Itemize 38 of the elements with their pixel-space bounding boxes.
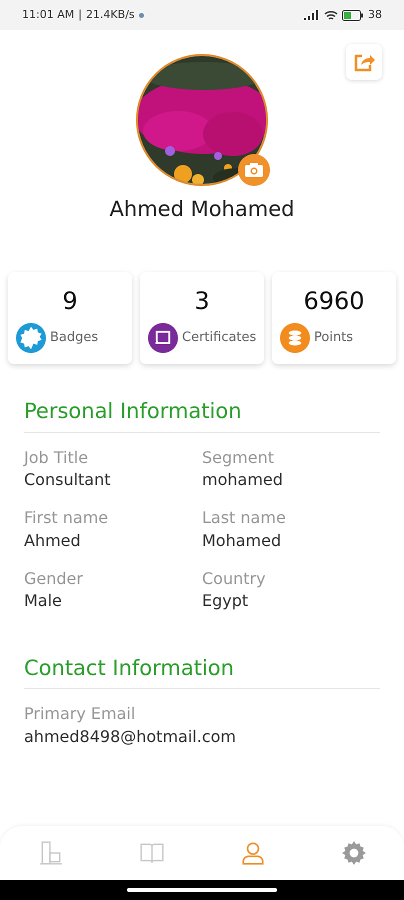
field-label: Primary Email [24, 703, 136, 726]
status-time: 11:01 AM [22, 6, 74, 23]
share-icon [353, 52, 375, 72]
stat-value: 6960 [303, 286, 365, 317]
stat-label: Badges [50, 329, 98, 348]
signal-icon [304, 10, 320, 20]
separator: | [78, 6, 82, 23]
user-name: Ahmed Mohamed [110, 196, 294, 223]
field-value: mohamed [202, 468, 284, 491]
field-label: Country [202, 568, 267, 590]
field-label: First name [24, 507, 110, 530]
field-value: Egypt [202, 590, 250, 612]
field-value: ahmed8498@hotmail.com [24, 726, 237, 748]
camera-button[interactable] [238, 154, 270, 186]
network-speed: 21.4KB/s [86, 6, 135, 23]
notification-dot-icon [138, 12, 144, 18]
stat-value: 3 [194, 286, 210, 317]
stat-value: 9 [62, 286, 78, 317]
section-heading: Personal Information [24, 396, 380, 432]
settings-icon [340, 840, 366, 866]
section-heading: Contact Information [24, 652, 380, 690]
battery-level: 38 [368, 6, 382, 23]
buildings-icon [38, 840, 64, 866]
field-value: Male [24, 590, 63, 612]
field-label: Last name [202, 507, 287, 530]
field-value: Mohamed [202, 530, 282, 552]
field-label: Gender [24, 568, 84, 590]
field-label: Job Title [24, 446, 90, 468]
field-value: Consultant [24, 468, 112, 491]
person-icon [240, 840, 266, 866]
wifi-icon [324, 10, 338, 20]
stat-label: Certificates [182, 329, 256, 348]
field-label: Segment [202, 446, 275, 468]
field-value: Ahmed [24, 530, 82, 552]
stat-label: Points [314, 329, 354, 348]
share-button[interactable] [346, 44, 382, 80]
battery-icon [342, 10, 364, 20]
camera-icon [245, 163, 263, 177]
